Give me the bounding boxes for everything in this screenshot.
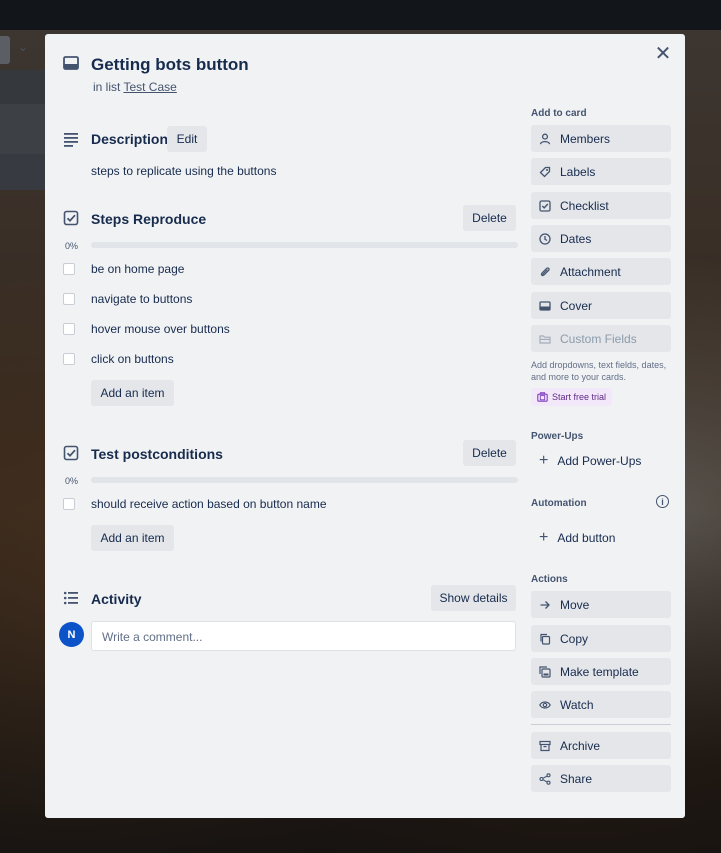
- card-list-info: in list Test Case: [93, 80, 177, 94]
- archive-label: Archive: [560, 738, 601, 753]
- checkbox[interactable]: [63, 293, 75, 305]
- delete-checklist-button[interactable]: Delete: [463, 205, 516, 231]
- close-icon[interactable]: ✕: [653, 44, 673, 64]
- checklist-item-label[interactable]: click on buttons: [91, 352, 174, 366]
- add-item-button[interactable]: Add an item: [91, 525, 174, 551]
- actions-divider: [531, 724, 671, 725]
- custom-fields-note: Add dropdowns, text fields, dates, and m…: [531, 360, 667, 382]
- checklist-progress-percent: 0%: [65, 476, 79, 486]
- in-list-prefix: in list: [93, 80, 121, 94]
- share-label: Share: [560, 771, 593, 786]
- arrow-right-icon: [539, 599, 551, 611]
- attachment-label: Attachment: [560, 264, 621, 279]
- checklist-item[interactable]: hover mouse over buttons: [63, 319, 230, 339]
- add-automation-button[interactable]: + Add button: [531, 525, 671, 551]
- checklist-progress-bar: [91, 477, 518, 483]
- add-button-label: Add button: [557, 531, 616, 545]
- share-icon: [539, 772, 551, 785]
- checklist-item[interactable]: click on buttons: [63, 349, 174, 369]
- clock-icon: [539, 232, 551, 245]
- cover-label: Cover: [560, 298, 593, 313]
- plus-icon: +: [539, 452, 549, 469]
- dates-label: Dates: [560, 231, 592, 246]
- power-ups-heading: Power-Ups: [531, 431, 584, 442]
- checklist-item[interactable]: be on home page: [63, 259, 184, 279]
- archive-button[interactable]: Archive: [531, 732, 671, 759]
- card-title[interactable]: Getting bots button: [91, 55, 249, 75]
- watch-label: Watch: [560, 697, 594, 712]
- checklist-label: Checklist: [560, 198, 609, 213]
- checkbox[interactable]: [63, 353, 75, 365]
- copy-label: Copy: [560, 631, 589, 646]
- activity-heading: Activity: [91, 591, 142, 607]
- add-item-button[interactable]: Add an item: [91, 380, 174, 406]
- eye-icon: [539, 699, 551, 711]
- description-icon: [64, 133, 78, 147]
- checkbox[interactable]: [63, 498, 75, 510]
- watch-button[interactable]: Watch: [531, 691, 671, 718]
- person-icon: [539, 133, 551, 145]
- copy-icon: [539, 633, 551, 645]
- checklist-progress-bar: [91, 242, 518, 248]
- tag-icon: [539, 166, 551, 178]
- plus-icon: +: [539, 529, 549, 546]
- make-template-label: Make template: [560, 664, 639, 679]
- add-power-ups-button[interactable]: + Add Power-Ups: [531, 448, 671, 474]
- show-details-button[interactable]: Show details: [431, 585, 516, 611]
- checklist-item[interactable]: should receive action based on button na…: [63, 494, 327, 514]
- start-free-trial-button[interactable]: Start free trial: [531, 388, 613, 406]
- checklist-item[interactable]: navigate to buttons: [63, 289, 192, 309]
- custom-fields-label: Custom Fields: [560, 331, 637, 346]
- add-to-card-heading: Add to card: [531, 108, 587, 119]
- description-heading: Description: [91, 131, 169, 147]
- checklist-progress-percent: 0%: [65, 241, 79, 251]
- actions-heading: Actions: [531, 574, 568, 585]
- avatar[interactable]: N: [59, 622, 84, 647]
- checkbox-icon: [539, 199, 551, 212]
- card-icon: [63, 56, 79, 70]
- move-button[interactable]: Move: [531, 591, 671, 618]
- checklist-icon: [63, 210, 79, 226]
- checklist-item-label[interactable]: should receive action based on button na…: [91, 497, 327, 511]
- activity-icon: [63, 591, 78, 605]
- move-label: Move: [560, 597, 590, 612]
- members-label: Members: [560, 131, 611, 146]
- cover-button[interactable]: Cover: [531, 292, 671, 319]
- delete-checklist-button[interactable]: Delete: [463, 440, 516, 466]
- checklist-button[interactable]: Checklist: [531, 192, 671, 219]
- folder-icon: [539, 333, 551, 345]
- share-button[interactable]: Share: [531, 765, 671, 792]
- checklist-icon: [63, 445, 79, 461]
- card-detail-modal: ✕ Getting bots button in list Test Case …: [45, 34, 685, 818]
- archive-icon: [539, 740, 551, 752]
- dates-button[interactable]: Dates: [531, 225, 671, 252]
- custom-fields-button[interactable]: Custom Fields: [531, 325, 671, 352]
- description-text[interactable]: steps to replicate using the buttons: [91, 164, 276, 178]
- labels-label: Labels: [560, 164, 596, 179]
- checkbox[interactable]: [63, 323, 75, 335]
- template-icon: [539, 665, 551, 678]
- checklist-item-label[interactable]: hover mouse over buttons: [91, 322, 230, 336]
- list-link[interactable]: Test Case: [123, 80, 176, 94]
- comment-input[interactable]: Write a comment...: [91, 621, 516, 651]
- automation-heading: Automation: [531, 498, 587, 509]
- info-icon[interactable]: i: [656, 495, 669, 508]
- attachment-button[interactable]: Attachment: [531, 258, 671, 285]
- add-power-ups-label: Add Power-Ups: [557, 454, 642, 468]
- members-button[interactable]: Members: [531, 125, 671, 152]
- checkbox[interactable]: [63, 263, 75, 275]
- briefcase-icon: [537, 392, 548, 402]
- checklist-item-label[interactable]: navigate to buttons: [91, 292, 192, 306]
- cover-icon: [539, 300, 551, 312]
- labels-button[interactable]: Labels: [531, 158, 671, 185]
- make-template-button[interactable]: Make template: [531, 658, 671, 685]
- checklist-title[interactable]: Steps Reproduce: [91, 211, 206, 227]
- copy-button[interactable]: Copy: [531, 625, 671, 652]
- checklist-item-label[interactable]: be on home page: [91, 262, 184, 276]
- start-free-trial-label: Start free trial: [552, 392, 607, 402]
- checklist-title[interactable]: Test postconditions: [91, 446, 223, 462]
- paperclip-icon: [539, 266, 551, 278]
- description-edit-button[interactable]: Edit: [167, 126, 207, 152]
